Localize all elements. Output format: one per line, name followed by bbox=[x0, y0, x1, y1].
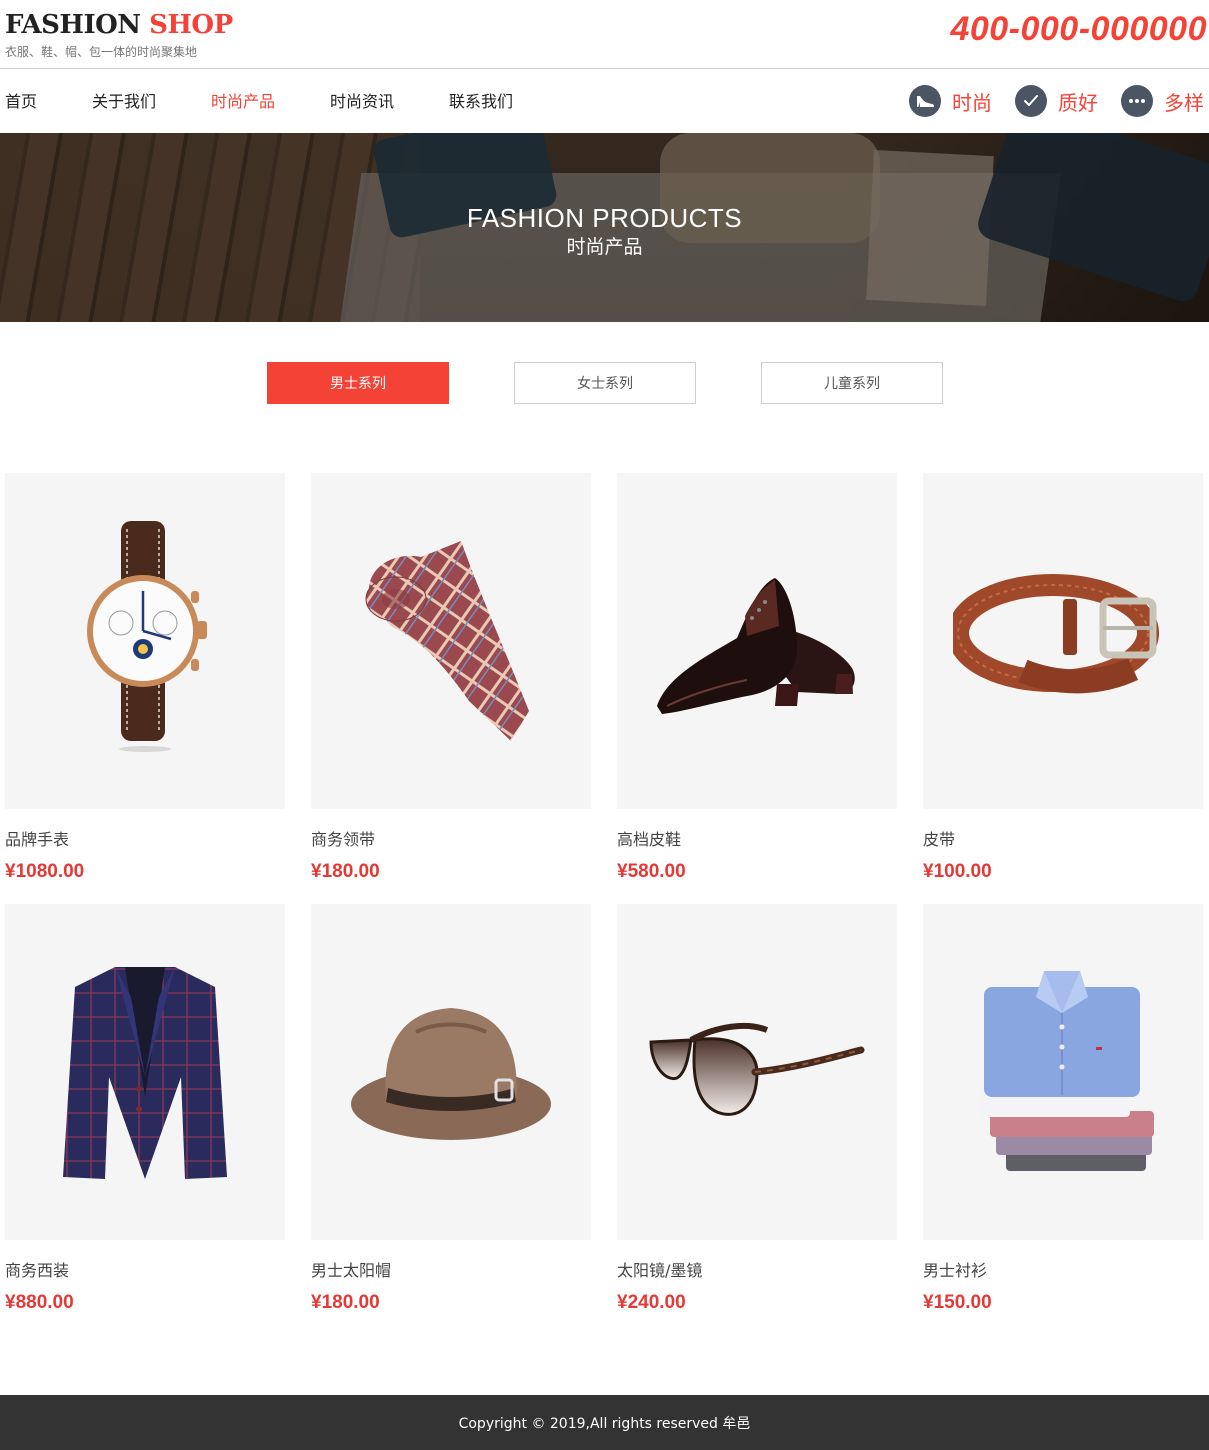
site-logo[interactable]: FASHION SHOP bbox=[5, 9, 233, 41]
nav-item-news[interactable]: 时尚资讯 bbox=[330, 91, 394, 113]
logo-main-text: FASHION bbox=[5, 10, 141, 40]
product-name[interactable]: 男士衬衫 bbox=[923, 1260, 987, 1282]
product-image-suit-jacket[interactable] bbox=[5, 904, 285, 1240]
product-name[interactable]: 皮带 bbox=[923, 829, 955, 851]
high-heel-icon bbox=[909, 85, 941, 117]
product-price: ¥180.00 bbox=[311, 1292, 380, 1313]
more-dots-icon bbox=[1121, 85, 1153, 117]
product-image-folded-shirts[interactable] bbox=[923, 904, 1203, 1240]
feature-fashion-label: 时尚 bbox=[952, 90, 992, 115]
feature-quality: 质好 bbox=[1015, 85, 1098, 117]
product-price: ¥150.00 bbox=[923, 1292, 992, 1313]
feature-fashion: 时尚 bbox=[909, 85, 992, 117]
product-price: ¥180.00 bbox=[311, 861, 380, 882]
nav-item-home[interactable]: 首页 bbox=[5, 91, 37, 113]
product-price: ¥580.00 bbox=[617, 861, 686, 882]
product-image-fedora-hat[interactable] bbox=[311, 904, 591, 1240]
product-name[interactable]: 男士太阳帽 bbox=[311, 1260, 391, 1282]
main-nav: 首页 关于我们 时尚产品 时尚资讯 联系我们 时尚 质好 多样 bbox=[0, 70, 1209, 133]
tab-womens[interactable]: 女士系列 bbox=[514, 362, 696, 404]
nav-item-about[interactable]: 关于我们 bbox=[92, 91, 156, 113]
product-price: ¥240.00 bbox=[617, 1292, 686, 1313]
product-name[interactable]: 品牌手表 bbox=[5, 829, 69, 851]
product-image-necktie[interactable] bbox=[311, 473, 591, 809]
feature-variety: 多样 bbox=[1121, 85, 1204, 117]
product-name[interactable]: 商务领带 bbox=[311, 829, 375, 851]
product-image-sunglasses[interactable] bbox=[617, 904, 897, 1240]
logo-accent-text: SHOP bbox=[149, 10, 233, 40]
site-tagline: 衣服、鞋、帽、包一体的时尚聚集地 bbox=[5, 45, 198, 59]
checkmark-icon bbox=[1015, 85, 1047, 117]
product-image-leather-shoes[interactable] bbox=[617, 473, 897, 809]
banner-title: FASHION PRODUCTS bbox=[466, 203, 743, 233]
banner-subtitle: 时尚产品 bbox=[566, 236, 643, 258]
tab-mens[interactable]: 男士系列 bbox=[267, 362, 449, 404]
tab-kids[interactable]: 儿童系列 bbox=[761, 362, 943, 404]
feature-variety-label: 多样 bbox=[1164, 90, 1204, 115]
product-price: ¥100.00 bbox=[923, 861, 992, 882]
hotline-number: 400-000-000000 bbox=[950, 10, 1207, 48]
feature-quality-label: 质好 bbox=[1058, 90, 1098, 115]
product-image-belt[interactable] bbox=[923, 473, 1203, 809]
site-footer: Copyright © 2019,All rights reserved 牟邑 bbox=[0, 1395, 1209, 1450]
nav-item-products[interactable]: 时尚产品 bbox=[211, 91, 275, 113]
product-name[interactable]: 商务西装 bbox=[5, 1260, 69, 1282]
product-name[interactable]: 太阳镜/墨镜 bbox=[617, 1260, 702, 1282]
product-image-wristwatch[interactable] bbox=[5, 473, 285, 809]
product-price: ¥880.00 bbox=[5, 1292, 74, 1313]
nav-item-contact[interactable]: 联系我们 bbox=[449, 91, 513, 113]
product-price: ¥1080.00 bbox=[5, 861, 85, 882]
hero-banner: FASHION PRODUCTS 时尚产品 bbox=[0, 133, 1209, 322]
header-bar: FASHION SHOP 衣服、鞋、帽、包一体的时尚聚集地 400-000-00… bbox=[0, 0, 1209, 69]
copyright-text: Copyright © 2019,All rights reserved 牟邑 bbox=[458, 1415, 751, 1432]
product-name[interactable]: 高档皮鞋 bbox=[617, 829, 681, 851]
